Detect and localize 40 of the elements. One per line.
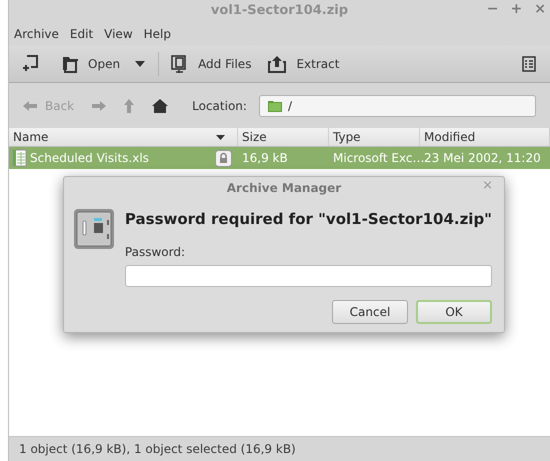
caret-icon [135, 60, 146, 66]
extract-icon [267, 54, 288, 72]
home-icon [152, 98, 168, 112]
dialog-button[interactable]: Cancel [332, 300, 408, 324]
column-header[interactable]: Modified [420, 128, 550, 146]
menu-item[interactable]: Help [144, 24, 171, 42]
window-title: vol1-Sector104.zip [210, 2, 348, 20]
up-arrow-icon [124, 98, 134, 112]
left-arrow-icon [23, 100, 37, 110]
column-header[interactable]: Type [329, 128, 420, 146]
new-archive-icon [22, 54, 38, 72]
add-button[interactable]: Add Files [168, 54, 254, 72]
folder-icon [62, 54, 79, 72]
table-cell: Microsoft Exc… [333, 151, 424, 165]
safe-icon [73, 208, 116, 250]
location-label: Location: [192, 98, 247, 114]
dialog-button[interactable]: OK [416, 300, 492, 324]
status-text: 1 object (16,9 kB), 1 object selected (16,9 kB) [19, 441, 296, 458]
menu-item[interactable]: View [104, 24, 133, 42]
home-button[interactable] [152, 98, 168, 112]
table-cell-text: Scheduled Visits.xls [30, 150, 150, 167]
location-field[interactable]: / [258, 94, 536, 116]
dialog-heading: Password required for "vol1-Sector104.zip" [124, 209, 492, 230]
list-icon [522, 56, 536, 72]
dropdown-button[interactable] [135, 60, 146, 66]
open-button[interactable]: Open [59, 54, 124, 72]
spreadsheet-icon [12, 149, 27, 167]
menu-item[interactable]: Edit [70, 24, 94, 42]
password-field[interactable] [124, 264, 492, 286]
folder-icon [268, 100, 282, 112]
column-header[interactable]: Name [9, 128, 238, 146]
table-cell: 23 Mei 2002, 11:20 [424, 151, 541, 165]
menu-item[interactable]: Archive [14, 24, 59, 42]
table-cell: 16,9 kB [242, 151, 288, 165]
view-button[interactable] [522, 56, 536, 72]
extract-button[interactable]: Extract [264, 54, 342, 72]
column-header[interactable]: Size [238, 128, 329, 146]
field-label: Password: [124, 244, 186, 260]
dialog-title: Archive Manager [226, 180, 342, 196]
right-arrow-icon [92, 100, 106, 110]
